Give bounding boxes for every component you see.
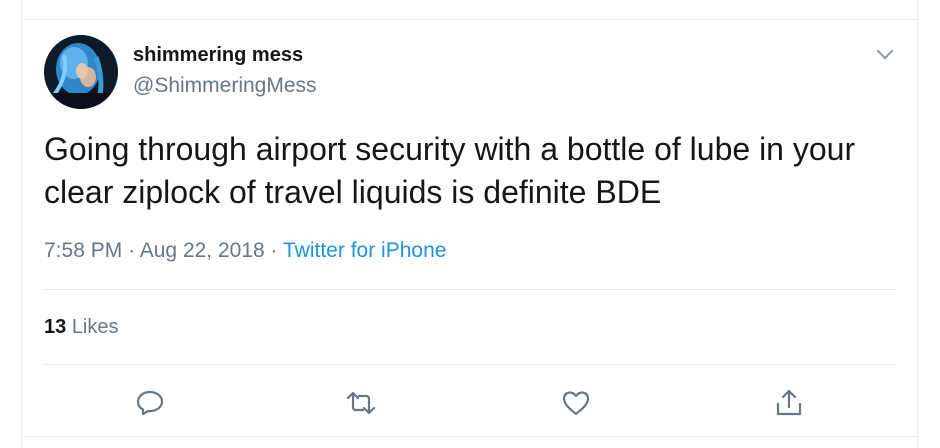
likes-stat[interactable]: 13 Likes xyxy=(44,316,119,339)
likes-count: 13 xyxy=(44,316,67,338)
meta-separator: · xyxy=(128,239,136,262)
share-icon[interactable] xyxy=(773,387,805,419)
retweet-icon[interactable] xyxy=(345,387,377,419)
tweet-text: Going through airport security with a bo… xyxy=(44,131,856,210)
reply-icon[interactable] xyxy=(134,387,166,419)
avatar-image xyxy=(44,35,118,109)
stats-divider-top xyxy=(44,289,896,290)
tweet-source-link[interactable]: Twitter for iPhone xyxy=(283,239,446,262)
top-divider xyxy=(22,19,917,20)
author-handle[interactable]: @ShimmeringMess xyxy=(133,74,317,98)
bottom-divider xyxy=(22,436,917,437)
tweet-time[interactable]: 7:58 PM xyxy=(44,239,122,262)
stats-divider-bottom xyxy=(44,364,896,365)
author-display-name[interactable]: shimmering mess xyxy=(133,44,303,67)
chevron-down-icon[interactable] xyxy=(873,42,897,66)
heart-icon[interactable] xyxy=(560,387,592,419)
avatar[interactable] xyxy=(44,35,118,109)
likes-label: Likes xyxy=(71,316,119,338)
tweet-card: shimmering mess @ShimmeringMess Going th… xyxy=(21,0,918,448)
tweet-date[interactable]: Aug 22, 2018 xyxy=(140,239,265,262)
meta-separator: · xyxy=(270,239,278,262)
tweet-meta: 7:58 PM · Aug 22, 2018 · Twitter for iPh… xyxy=(44,239,446,263)
